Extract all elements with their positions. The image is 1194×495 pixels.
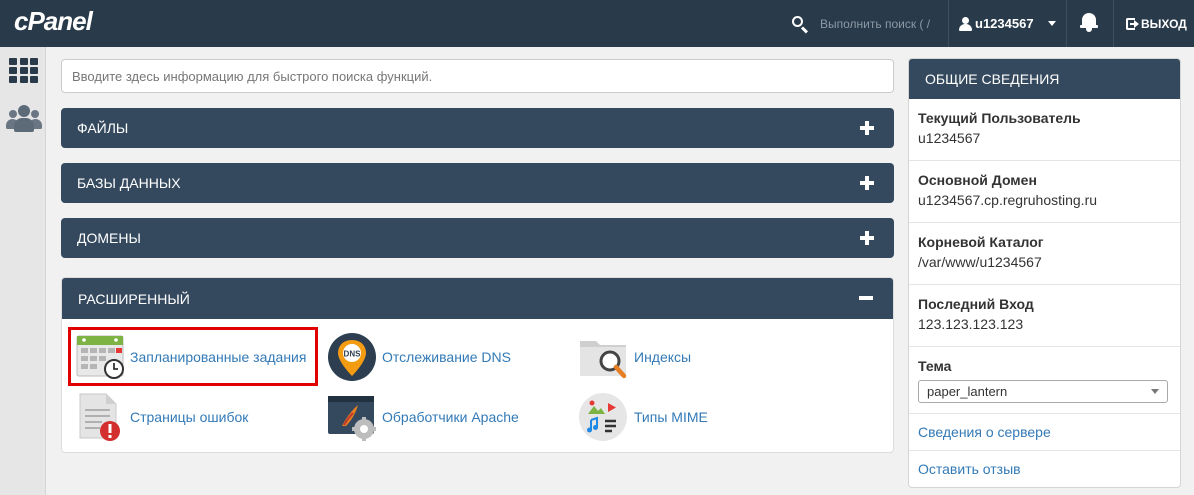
section-title: РАСШИРЕННЫЙ <box>78 290 190 307</box>
tool-label: Отслеживание DNS <box>382 349 511 365</box>
section-title: ДОМЕНЫ <box>77 230 141 246</box>
info-main-domain: Основной Домен u1234567.cp.regruhosting.… <box>909 161 1180 223</box>
info-value: /var/www/u1234567 <box>918 254 1042 270</box>
tool-indexes[interactable]: Индексы <box>578 332 691 382</box>
plus-icon <box>860 121 874 135</box>
section-files[interactable]: ФАЙЛЫ <box>61 108 894 148</box>
top-bar: cPanel Выполнить поиск ( / u1234567 ВЫХО… <box>0 0 1194 47</box>
theme-selected-value: paper_lantern <box>927 384 1008 399</box>
theme-select[interactable]: paper_lantern <box>918 380 1168 403</box>
chevron-down-icon <box>1151 389 1159 394</box>
tool-label: Обработчики Apache <box>382 409 519 425</box>
folder-search-icon <box>578 332 630 382</box>
tool-error-pages[interactable]: Страницы ошибок <box>74 392 248 442</box>
tool-label: Страницы ошибок <box>130 409 249 425</box>
logout-button[interactable]: ВЫХОД <box>1126 0 1187 47</box>
topbar-divider <box>948 0 949 47</box>
search-icon <box>790 14 810 34</box>
logout-icon <box>1126 17 1139 30</box>
info-home-directory: Корневой Каталог /var/www/u1234567 <box>909 223 1180 285</box>
section-advanced-header[interactable]: РАСШИРЕННЫЙ <box>62 278 893 319</box>
section-title: БАЗЫ ДАННЫХ <box>77 175 181 191</box>
tools-grid-icon[interactable] <box>9 58 38 83</box>
svg-text:DNS: DNS <box>344 350 362 359</box>
global-search-placeholder: Выполнить поиск ( / <box>820 16 931 31</box>
panel-title: ОБЩИЕ СВЕДЕНИЯ <box>909 59 1180 99</box>
tool-track-dns[interactable]: DNS Отслеживание DNS <box>326 332 511 382</box>
tool-mime-types[interactable]: Типы MIME <box>578 392 708 442</box>
info-label: Корневой Каталог <box>918 234 1044 250</box>
plus-icon <box>860 231 874 245</box>
section-databases[interactable]: БАЗЫ ДАННЫХ <box>61 163 894 203</box>
info-label: Основной Домен <box>918 172 1037 188</box>
tool-label: Типы MIME <box>634 409 708 425</box>
users-icon[interactable] <box>6 105 42 133</box>
plus-icon <box>860 176 874 190</box>
info-value: 123.123.123.123 <box>918 316 1024 332</box>
minus-icon <box>859 296 873 300</box>
server-info-link[interactable]: Сведения о сервере <box>909 414 1180 451</box>
user-icon <box>958 16 972 31</box>
mime-types-icon <box>578 392 630 442</box>
info-value: u1234567 <box>918 130 981 146</box>
info-label: Текущий Пользователь <box>918 110 1081 126</box>
info-theme: Тема paper_lantern <box>909 347 1180 414</box>
info-current-user: Текущий Пользователь u1234567 <box>909 99 1180 161</box>
logout-label: ВЫХОД <box>1141 16 1187 31</box>
feedback-link[interactable]: Оставить отзыв <box>909 451 1180 487</box>
section-domains[interactable]: ДОМЕНЫ <box>61 218 894 258</box>
info-last-login: Последний Вход 123.123.123.123 <box>909 285 1180 347</box>
info-label: Тема <box>918 358 952 374</box>
global-search[interactable]: Выполнить поиск ( / <box>790 0 945 47</box>
topbar-divider <box>1066 0 1067 47</box>
dns-pin-icon: DNS <box>326 332 378 382</box>
chevron-down-icon <box>1047 21 1056 26</box>
left-rail <box>0 47 46 495</box>
cpanel-logo[interactable]: cPanel <box>14 6 93 37</box>
info-label: Последний Вход <box>918 296 1034 312</box>
general-info-panel: ОБЩИЕ СВЕДЕНИЯ Текущий Пользователь u123… <box>908 58 1181 488</box>
tool-label: Индексы <box>634 349 692 365</box>
username-label: u1234567 <box>975 16 1034 31</box>
highlight-box <box>68 327 318 386</box>
bell-icon[interactable] <box>1080 12 1098 32</box>
quick-search-input[interactable] <box>61 59 894 93</box>
section-title: ФАЙЛЫ <box>77 120 129 136</box>
tool-apache-handlers[interactable]: Обработчики Apache <box>326 392 519 442</box>
error-page-icon <box>74 392 126 442</box>
user-menu[interactable]: u1234567 <box>958 0 1066 47</box>
topbar-divider <box>1113 0 1114 47</box>
info-value: u1234567.cp.regruhosting.ru <box>918 192 1098 208</box>
apache-handler-icon <box>326 392 378 442</box>
